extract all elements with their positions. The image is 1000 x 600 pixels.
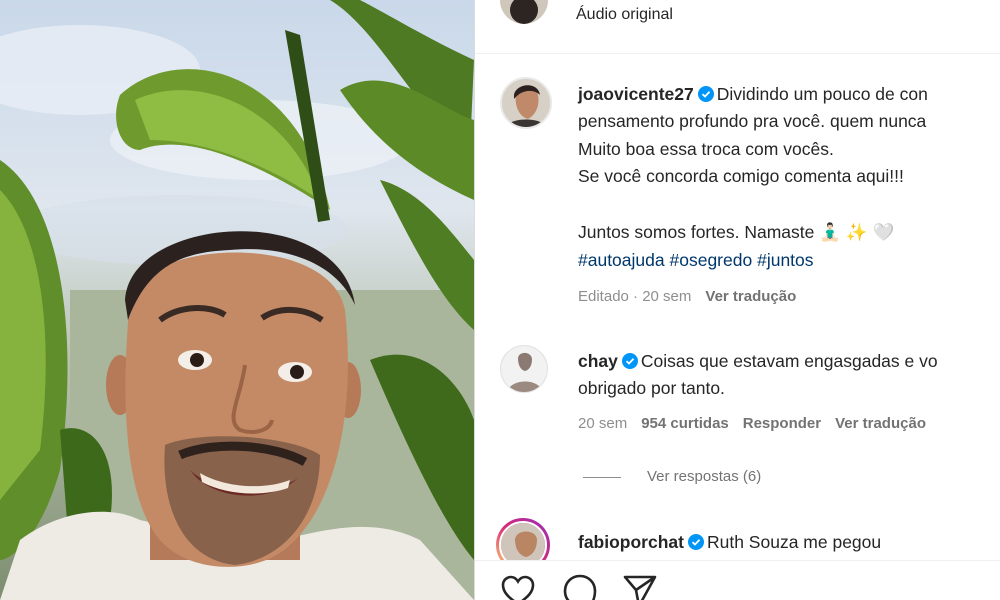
avatar-photo [502, 79, 550, 127]
comment-avatar-chay[interactable] [500, 345, 548, 393]
reply-button[interactable]: Responder [743, 415, 821, 432]
verified-badge-icon [687, 534, 704, 550]
avatar-photo [501, 346, 547, 392]
comment-username[interactable]: fabioporchat [578, 532, 684, 552]
comment-fabioporchat-line-1: fabioporchat Ruth Souza me pegou [578, 531, 881, 553]
caption-line-3: Muito boa essa troca com vocês. [578, 139, 834, 159]
comment-text: Ruth Souza me pegou [706, 532, 882, 552]
verified-badge-icon [697, 86, 714, 102]
author-avatar[interactable] [500, 77, 552, 129]
avatar-photo [500, 0, 548, 24]
comments-panel: Áudio original joaovicente27 Dividindo um… [475, 0, 1000, 600]
caption-translate-link[interactable]: Ver tradução [705, 288, 796, 305]
comment-text: Coisas que estavam engasgadas e vo [640, 351, 938, 371]
view-replies-button[interactable]: Ver respostas (6) [583, 468, 761, 485]
caption-username[interactable]: joaovicente27 [578, 84, 694, 104]
send-icon[interactable] [622, 573, 658, 600]
audio-label[interactable]: Áudio original [576, 6, 673, 24]
caption-line-2: pensamento profundo pra você. quem nunca [578, 111, 927, 131]
verified-badge-icon [621, 353, 638, 369]
caption-line-1: joaovicente27 Dividindo um pouco de con [578, 83, 928, 105]
hashtags: #autoajuda #osegredo #juntos [578, 249, 814, 271]
media-scene [0, 0, 474, 600]
comment-age: 20 sem [578, 415, 628, 432]
comment-likes[interactable]: 954 curtidas [641, 415, 729, 432]
comment-chay-line-1: chay Coisas que estavam engasgadas e vo [578, 350, 938, 372]
caption-line-4: Se você concorda comigo comenta aqui!!! [578, 166, 904, 186]
comment-translate-link[interactable]: Ver tradução [835, 415, 926, 432]
replies-dash [583, 476, 621, 478]
comment-username[interactable]: chay [578, 351, 618, 371]
action-bar [475, 560, 1000, 600]
heart-icon[interactable] [500, 573, 536, 600]
caption-meta: Editado · 20 sem Ver tradução [578, 288, 796, 305]
author-avatar-header[interactable] [500, 0, 548, 24]
hashtag-juntos[interactable]: #juntos [757, 250, 813, 270]
caption-text: Dividindo um pouco de con [716, 84, 928, 104]
caption-line-5: Juntos somos fortes. Namaste 🧘🏻‍♂️ ✨ 🤍 [578, 222, 895, 242]
view-replies-label: Ver respostas (6) [647, 468, 762, 485]
comment-chay-meta: 20 sem 954 curtidas Responder Ver tradução [578, 415, 926, 432]
caption-edited-time: Editado · 20 sem [578, 288, 692, 305]
hashtag-osegredo[interactable]: #osegredo [670, 250, 753, 270]
comment-icon[interactable] [562, 573, 598, 600]
post-header: Áudio original [475, 0, 1000, 54]
comment-chay-line-2: obrigado por tanto. [578, 378, 725, 398]
post-media[interactable] [0, 0, 474, 600]
hashtag-autoajuda[interactable]: #autoajuda [578, 250, 665, 270]
